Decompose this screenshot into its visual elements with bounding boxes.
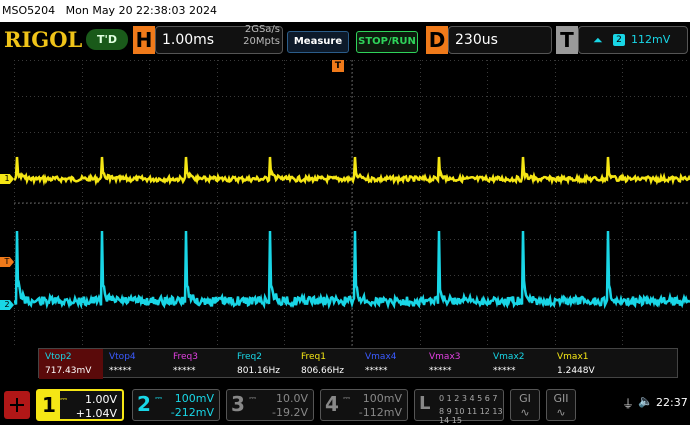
logic-channels-row1: 0 1 2 3 4 5 6 7 [439,394,498,403]
logic-label: L [419,393,431,414]
measurement-item[interactable]: Vtop4 ***** [103,349,167,379]
measurement-item[interactable]: Freq2 801.16Hz [231,349,295,379]
measurement-value: ***** [493,366,516,376]
channel-3-box[interactable]: 3 ⎓ 10.0V -19.2V [226,389,314,421]
trigger-level-marker[interactable]: T [0,257,14,267]
measure-button[interactable]: Measure [287,31,349,53]
waveform-canvas [14,60,690,346]
usb-icon: ⏚ [622,397,635,411]
channel-4-box[interactable]: 4 ⎓ 100mV -112mV [320,389,408,421]
bottom-bar: 1 ⎓ 1.00V +1.04V 2 ⎓ 100mV -212mV 3 ⎓ 10.0V -19.2V 4… [0,383,690,425]
measurement-value: 801.16Hz [237,366,280,376]
measurement-label: Freq2 [237,352,263,362]
top-control-bar: RIGOL T'D H 1.00ms 2GSa/s 20Mpts Measure… [0,22,690,58]
sample-rate: 2GSa/s [244,24,280,35]
measurement-item[interactable]: Freq1 806.66Hz [295,349,359,379]
measurement-value: 1.2448V [557,366,595,376]
channel-number: 3 [231,392,245,416]
memory-depth: 20Mpts [243,36,280,47]
trigger-position-marker[interactable]: T [332,60,344,72]
measurement-label: Freq1 [301,352,327,362]
title-bar: MSO5204 Mon May 20 22:38:03 2024 [0,0,690,22]
clock-time: 22:37 [656,396,688,409]
channel-scale: 100mV [362,392,402,405]
measurement-bar: Vtop2 717.43mV Vtop4 ***** Freq3 ***** Freq2 80… [38,348,678,379]
delay-box[interactable]: 230us [448,26,552,54]
generator-2-label: GII [553,392,569,405]
measurement-item[interactable]: Vmax4 ***** [359,349,423,379]
channel-offset: -212mV [170,406,214,419]
sine-wave-icon: ∿ [556,406,566,419]
dc-coupling-icon: ⎓ [343,394,351,404]
generator-1-label: GI [519,392,531,405]
rigol-logo: RIGOL [4,27,83,52]
dc-coupling-icon: ⎓ [249,394,257,404]
trigger-label[interactable]: T [556,26,578,54]
measurement-value: 806.66Hz [301,366,344,376]
measurement-item[interactable]: Freq3 ***** [167,349,231,379]
trigger-status-badge[interactable]: T'D [86,29,128,50]
channel-scale: 100mV [174,392,214,405]
channel-2-box[interactable]: 2 ⎓ 100mV -212mV [132,389,220,421]
ch2-marker[interactable]: 2 [0,300,14,310]
measurement-label: Vmax3 [429,352,461,362]
channel-scale: 1.00V [84,393,117,406]
grid-menu-icon [10,398,24,412]
measurement-value: ***** [429,366,452,376]
trigger-box[interactable]: ⏶ 2 112mV [578,26,688,54]
model-name: MSO5204 [2,4,56,17]
stop-run-button[interactable]: STOP/RUN [356,31,418,53]
measurement-label: Vmax4 [365,352,397,362]
measurement-item[interactable]: Vmax3 ***** [423,349,487,379]
measurement-value: ***** [109,366,132,376]
measurement-label: Vtop2 [45,352,72,362]
channel-1-box[interactable]: 1 ⎓ 1.00V +1.04V [36,389,124,421]
generator-2-button[interactable]: GII ∿ [546,389,576,421]
channel-number: 1 [38,391,60,419]
horizontal-label[interactable]: H [133,26,155,54]
channel-scale: 10.0V [275,392,308,405]
speaker-icon[interactable]: 🔈 [638,394,653,408]
channel-offset: -19.2V [272,406,308,419]
channel-offset: +1.04V [75,407,117,420]
logic-channels-row2: 8 9 10 11 12 13 14 15 [439,407,503,425]
measurement-item[interactable]: Vtop2 717.43mV [39,349,103,379]
measurement-label: Vtop4 [109,352,136,362]
measurement-label: Vmax1 [557,352,589,362]
trigger-source: 2 [613,34,625,46]
measurement-value: ***** [173,366,196,376]
logic-analyzer-box[interactable]: L 0 1 2 3 4 5 6 7 8 9 10 11 12 13 14 15 [414,389,504,425]
trigger-edge-icon: ⏶ [593,33,603,47]
generator-1-button[interactable]: GI ∿ [510,389,540,421]
measurement-label: Freq3 [173,352,199,362]
measurement-value: 717.43mV [45,366,92,376]
delay-value: 230us [455,32,498,48]
measurement-value: ***** [365,366,388,376]
dc-coupling-icon: ⎓ [60,395,68,405]
dc-coupling-icon: ⎓ [155,394,163,404]
waveform-display[interactable] [14,60,690,346]
ch1-marker[interactable]: 1 [0,174,14,184]
channel-number: 2 [137,392,151,416]
trigger-level: 112mV [631,33,671,46]
datetime: Mon May 20 22:38:03 2024 [65,4,217,17]
measurement-item[interactable]: Vmax2 ***** [487,349,551,379]
measurement-label: Vmax2 [493,352,525,362]
sine-wave-icon: ∿ [520,406,530,419]
acquisition-info: 2GSa/s 20Mpts [210,24,280,48]
measurement-item[interactable]: Vmax1 1.2448V [551,349,615,379]
channel-offset: -112mV [358,406,402,419]
app-menu-button[interactable] [4,391,30,419]
horizontal-scale: 1.00ms [162,32,215,48]
channel-number: 4 [325,392,339,416]
delay-label[interactable]: D [426,26,448,54]
